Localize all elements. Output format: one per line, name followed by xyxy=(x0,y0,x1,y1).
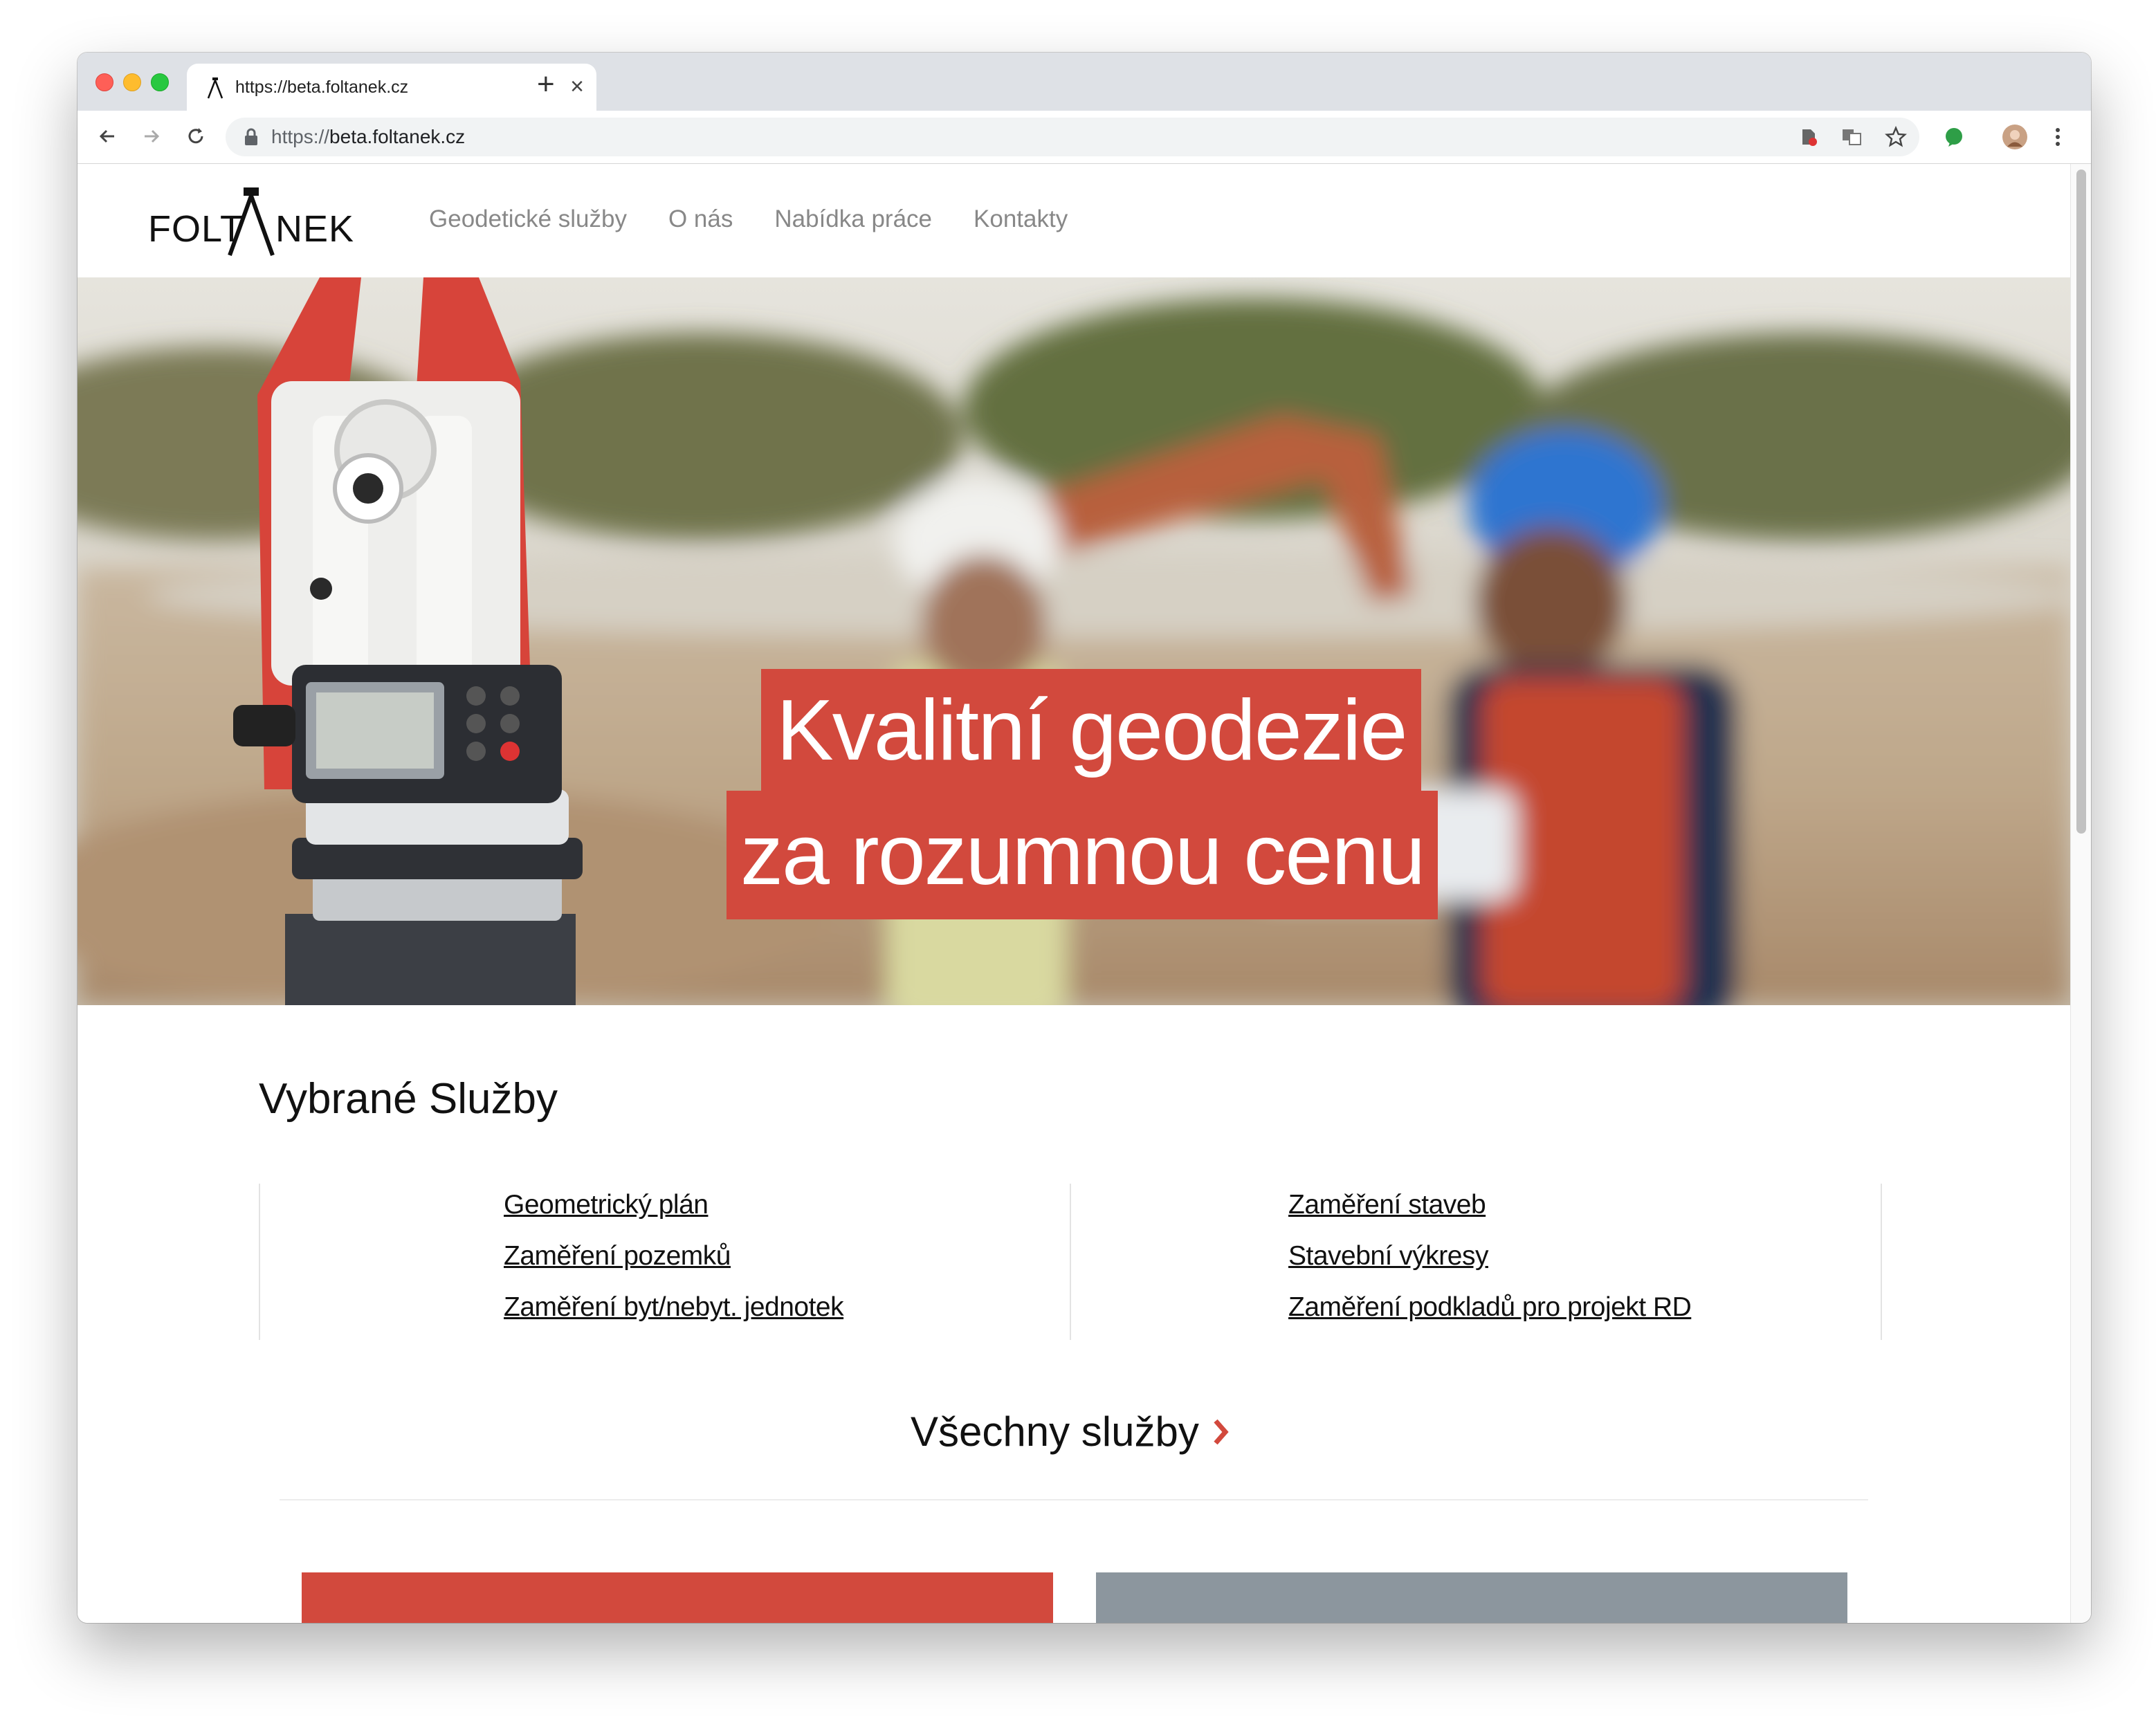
feature-card-red[interactable] xyxy=(302,1572,1053,1623)
services-heading: Vybrané Služby xyxy=(259,1075,558,1123)
minimize-window-button[interactable] xyxy=(123,73,141,91)
scrollbar-thumb[interactable] xyxy=(2076,169,2086,834)
nav-item-geodetic-services[interactable]: Geodetické služby xyxy=(429,205,627,233)
page-scrollbar[interactable] xyxy=(2070,164,2091,1623)
tripod-favicon-icon xyxy=(207,77,223,99)
lock-icon xyxy=(245,128,257,145)
site-header: FOLT NEK Geodetické služby O nás Nabídka… xyxy=(77,164,2070,277)
column-divider xyxy=(1881,1184,1882,1340)
tripod-logo-icon xyxy=(228,187,275,257)
feature-card-gray[interactable] xyxy=(1096,1572,1847,1623)
hero-headline-line-1: Kvalitní geodezie xyxy=(761,669,1422,792)
service-link-building-survey[interactable]: Zaměření staveb xyxy=(1288,1186,1691,1224)
column-divider xyxy=(1070,1184,1071,1340)
address-bar[interactable]: https://beta.foltanek.cz xyxy=(226,118,1919,156)
column-divider xyxy=(259,1184,260,1340)
translate-icon[interactable] xyxy=(1838,123,1865,151)
extension-icon[interactable] xyxy=(1795,123,1822,151)
service-link-geometric-plan[interactable]: Geometrický plán xyxy=(504,1186,843,1224)
section-divider xyxy=(280,1499,1868,1500)
tab-title: https://beta.foltanek.cz xyxy=(235,77,409,97)
logo-text-right: NEK xyxy=(275,208,355,250)
service-link-land-survey[interactable]: Zaměření pozemků xyxy=(504,1238,843,1275)
nav-item-contacts[interactable]: Kontakty xyxy=(974,205,1068,233)
service-link-project-basis-survey[interactable]: Zaměření podkladů pro projekt RD xyxy=(1288,1289,1692,1326)
tab-strip: https://beta.foltanek.cz × + xyxy=(77,53,2091,111)
back-arrow-icon[interactable] xyxy=(91,120,123,152)
chevron-right-icon xyxy=(1214,1419,1229,1444)
url-text: https://beta.foltanek.cz xyxy=(271,126,466,147)
browser-tab[interactable]: https://beta.foltanek.cz × xyxy=(187,64,596,111)
hero-headline-line-2: za rozumnou cenu xyxy=(727,791,1438,919)
services-list-left: Geometrický plán Zaměření pozemků Zaměře… xyxy=(504,1186,844,1326)
page-viewport: FOLT NEK Geodetické služby O nás Nabídka… xyxy=(77,164,2070,1623)
reload-icon[interactable] xyxy=(180,120,212,152)
close-window-button[interactable] xyxy=(95,73,113,91)
all-services-label: Všechny služby xyxy=(911,1408,1199,1455)
close-tab-icon[interactable]: × xyxy=(570,73,584,100)
foltanek-logo[interactable]: FOLT NEK xyxy=(148,187,356,257)
nav-item-jobs[interactable]: Nabídka práce xyxy=(774,205,932,233)
nav-item-about[interactable]: O nás xyxy=(668,205,733,233)
new-tab-button[interactable]: + xyxy=(537,69,555,100)
service-link-unit-survey[interactable]: Zaměření byt/nebyt. jednotek xyxy=(504,1289,844,1326)
browser-window: https://beta.foltanek.cz × + https://bet… xyxy=(77,53,2091,1623)
service-link-construction-drawings[interactable]: Stavební výkresy xyxy=(1288,1238,1691,1275)
browser-toolbar: https://beta.foltanek.cz xyxy=(77,111,2091,164)
main-nav: Geodetické služby O nás Nabídka práce Ko… xyxy=(429,205,1068,233)
menu-dots-icon[interactable] xyxy=(2044,123,2072,151)
hero-banner: Kvalitní geodezie za rozumnou cenu xyxy=(77,277,2070,1005)
forward-arrow-icon[interactable] xyxy=(136,120,167,152)
profile-avatar[interactable] xyxy=(2001,123,2029,151)
green-extension-icon[interactable] xyxy=(1940,123,1968,151)
star-icon[interactable] xyxy=(1882,123,1910,151)
services-list-right: Zaměření staveb Stavební výkresy Zaměřen… xyxy=(1288,1186,1692,1326)
all-services-link[interactable]: Všechny služby xyxy=(911,1408,1231,1456)
maximize-window-button[interactable] xyxy=(151,73,169,91)
